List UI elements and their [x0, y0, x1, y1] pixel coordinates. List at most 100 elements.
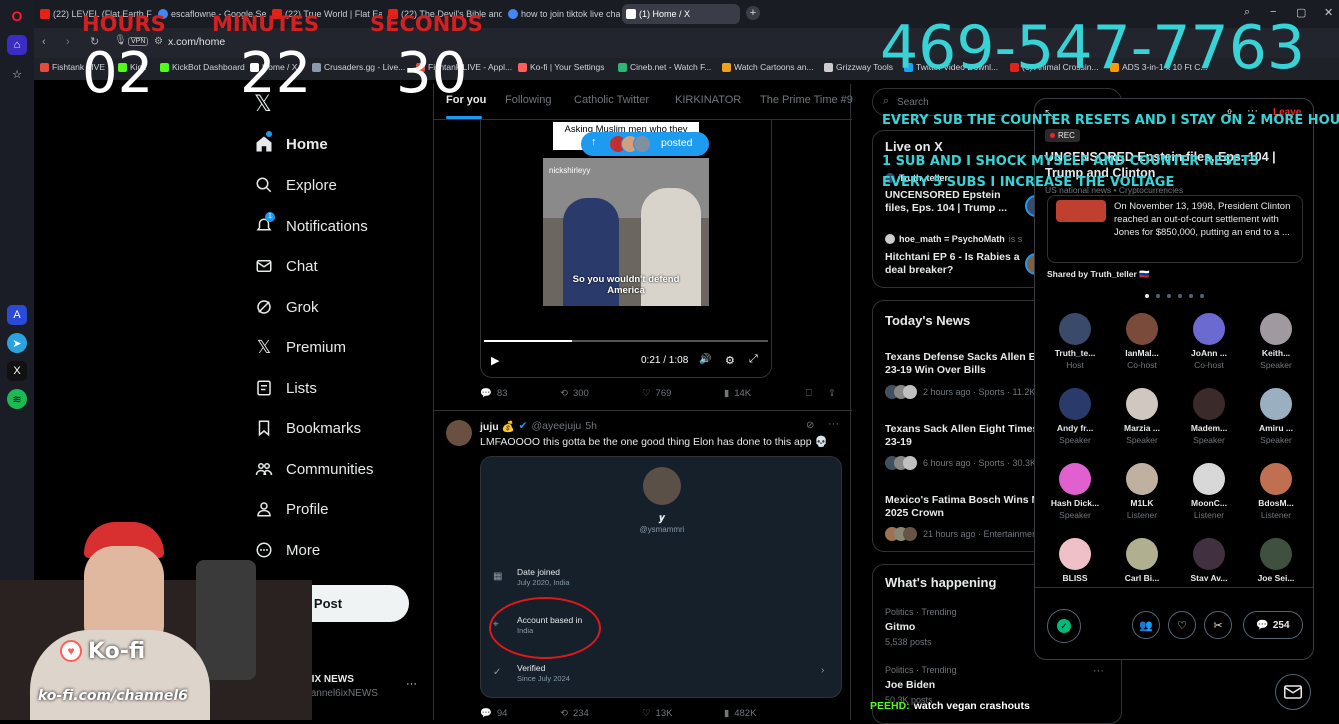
tab-catholic-twitter[interactable]: Catholic Twitter [574, 94, 649, 106]
news-headline[interactable]: Texans Defense Sacks Allen Ei 23-19 Win … [885, 351, 1055, 377]
avatar[interactable] [446, 420, 472, 446]
live-item-title[interactable]: UNCENSORED Epstein files, Eps. 104 | Tru… [885, 189, 1025, 215]
clip-icon[interactable]: ✂ [1204, 611, 1232, 639]
more-dots-icon[interactable]: ··· [828, 418, 839, 430]
trend-name[interactable]: Gitmo [885, 621, 915, 634]
live-item-title[interactable]: Hitchtani EP 6 - Is Rabies a deal breake… [885, 251, 1025, 277]
repost-button[interactable]: ⟲ 234 [560, 708, 589, 719]
participant[interactable]: Keith... Speaker [1246, 313, 1306, 370]
nav-communities[interactable]: Communities [254, 455, 374, 483]
participant[interactable]: Truth_te... Host [1045, 313, 1105, 370]
participant[interactable]: Amiru ... Speaker [1246, 388, 1306, 445]
share-icon[interactable]: ⇪ [828, 388, 836, 399]
opera-logo-icon[interactable]: O [7, 6, 27, 26]
participant[interactable]: Madem... Speaker [1179, 388, 1239, 445]
telegram-icon[interactable]: ➤ [7, 333, 27, 353]
nav-explore[interactable]: Explore [254, 171, 337, 199]
grok-post-icon[interactable]: ⊘ [806, 420, 814, 431]
list-icon [254, 378, 274, 398]
participant[interactable]: BLISS [1045, 538, 1105, 581]
back-icon[interactable]: ‹ [42, 36, 46, 48]
like-button[interactable]: ♡ 769 [642, 388, 671, 399]
new-posts-pill[interactable]: ↑ posted [581, 132, 709, 156]
nav-grok[interactable]: Grok [254, 293, 319, 321]
reply-button[interactable]: 💬 94 [480, 708, 507, 719]
more-dots-icon[interactable]: ··· [406, 678, 417, 690]
mic-button[interactable]: ✓ [1047, 609, 1081, 643]
reply-count: 254 [1272, 619, 1290, 631]
aria-icon[interactable]: A [7, 305, 27, 325]
participant[interactable]: Joe Sei... [1246, 538, 1306, 581]
settings-icon[interactable]: ⚙ [725, 354, 735, 367]
more-dots-icon[interactable]: ··· [1093, 665, 1104, 677]
views-button[interactable]: ▮ 14K [724, 388, 751, 399]
bookmark-item[interactable]: Crusaders.gg - Live... [312, 62, 405, 72]
bookmark-item[interactable]: Ko-fi | Your Settings [518, 62, 605, 72]
site-info-icon[interactable]: ⚙ [154, 36, 163, 47]
post-image[interactable]: 𝒚 @ysmammri ▦ Date joined July 2020, Ind… [480, 456, 842, 698]
participant[interactable]: Marzia ... Speaker [1112, 388, 1172, 445]
nav-chat[interactable]: Chat [254, 252, 318, 280]
trend-name[interactable]: Joe Biden [885, 679, 935, 692]
reply-button[interactable]: 💬 83 [480, 388, 507, 399]
heart-plus-icon[interactable]: ♡ [1168, 611, 1196, 639]
url-field[interactable]: x.com/home [168, 36, 225, 48]
nav-label: Premium [286, 338, 347, 356]
views-button[interactable]: ▮ 482K [724, 708, 756, 719]
pinned-post[interactable]: On November 13, 1998, President Clinton … [1047, 195, 1303, 263]
browser-tab[interactable]: how to join tiktok live cha [504, 4, 620, 24]
post-author-handle[interactable]: @ayeejuju [531, 420, 581, 433]
participant-name: Marzia ... [1124, 423, 1160, 433]
bookmark-item[interactable]: KickBot Dashboard [160, 62, 245, 72]
volume-icon[interactable]: 🔊 [699, 354, 711, 365]
live-host[interactable]: hoe_math = PsychoMath is s [885, 234, 1022, 244]
news-headline[interactable]: Texans Sack Allen Eight Times 23-19 [885, 423, 1055, 449]
news-avatars [885, 527, 925, 541]
post-author-name[interactable]: juju 💰 [480, 420, 515, 433]
x-app-icon[interactable]: X [7, 361, 27, 381]
participant[interactable]: Carl Bi... [1112, 538, 1172, 581]
rec-badge: REC [1045, 129, 1080, 142]
participant[interactable]: Hash Dick... Speaker [1045, 463, 1105, 520]
tab-following[interactable]: Following [505, 94, 551, 106]
repost-button[interactable]: ⟲ 300 [560, 388, 589, 399]
tab-prime-time[interactable]: The Prime Time #9 [760, 94, 853, 106]
nav-bookmarks[interactable]: Bookmarks [254, 414, 361, 442]
replies-button[interactable]: 💬 254 [1243, 611, 1303, 639]
messages-fab[interactable] [1275, 674, 1311, 710]
new-tab-button[interactable]: + [746, 6, 760, 20]
news-headline[interactable]: Mexico's Fatima Bosch Wins M 2025 Crown [885, 494, 1055, 520]
play-icon[interactable]: ▶ [491, 354, 499, 367]
bookmark-item[interactable]: Watch Cartoons an... [722, 62, 814, 72]
home-icon[interactable]: ⌂ [7, 35, 27, 55]
nav-profile[interactable]: Profile [254, 495, 329, 523]
participant[interactable]: Andy fr... Speaker [1045, 388, 1105, 445]
video-progress-track[interactable] [484, 340, 768, 342]
participant[interactable]: MoonC... Listener [1179, 463, 1239, 520]
bookmark-post-icon[interactable]: ⎕ [806, 388, 812, 399]
bookmark-item[interactable]: Cineb.net - Watch F... [618, 62, 711, 72]
nav-premium[interactable]: 𝕏 Premium [254, 333, 346, 361]
tab-label: (1) Home / X [639, 9, 691, 19]
close-window-icon[interactable]: ✕ [1324, 6, 1333, 19]
rule-line: EVERY SUB THE COUNTER RESETS AND I STAY … [882, 113, 1339, 128]
video-player[interactable]: nickshirleyy So you wouldn't defend Amer… [480, 120, 772, 378]
participant[interactable]: JoAnn ... Co-host [1179, 313, 1239, 370]
tab-kirkinator[interactable]: KIRKINATOR [675, 94, 741, 106]
nav-label: Lists [286, 379, 317, 397]
star-icon[interactable]: ☆ [7, 64, 27, 84]
people-icon[interactable]: 👥 [1132, 611, 1160, 639]
participant[interactable]: Stay Av... [1179, 538, 1239, 581]
verified-badge-icon: ✔ [518, 420, 528, 432]
participant[interactable]: IanMal... Co-host [1112, 313, 1172, 370]
forward-icon[interactable]: › [66, 36, 70, 48]
browser-tab-active[interactable]: (1) Home / X [622, 4, 740, 24]
nav-lists[interactable]: Lists [254, 374, 317, 402]
participant[interactable]: M1LK Listener [1112, 463, 1172, 520]
spotify-icon[interactable]: ≋ [7, 389, 27, 409]
avatar [1260, 463, 1292, 495]
fullscreen-icon[interactable]: ⤢ [749, 353, 758, 366]
participant[interactable]: BdosM... Listener [1246, 463, 1306, 520]
like-button[interactable]: ♡ 13K [642, 708, 672, 719]
post-time[interactable]: 5h [585, 420, 597, 433]
